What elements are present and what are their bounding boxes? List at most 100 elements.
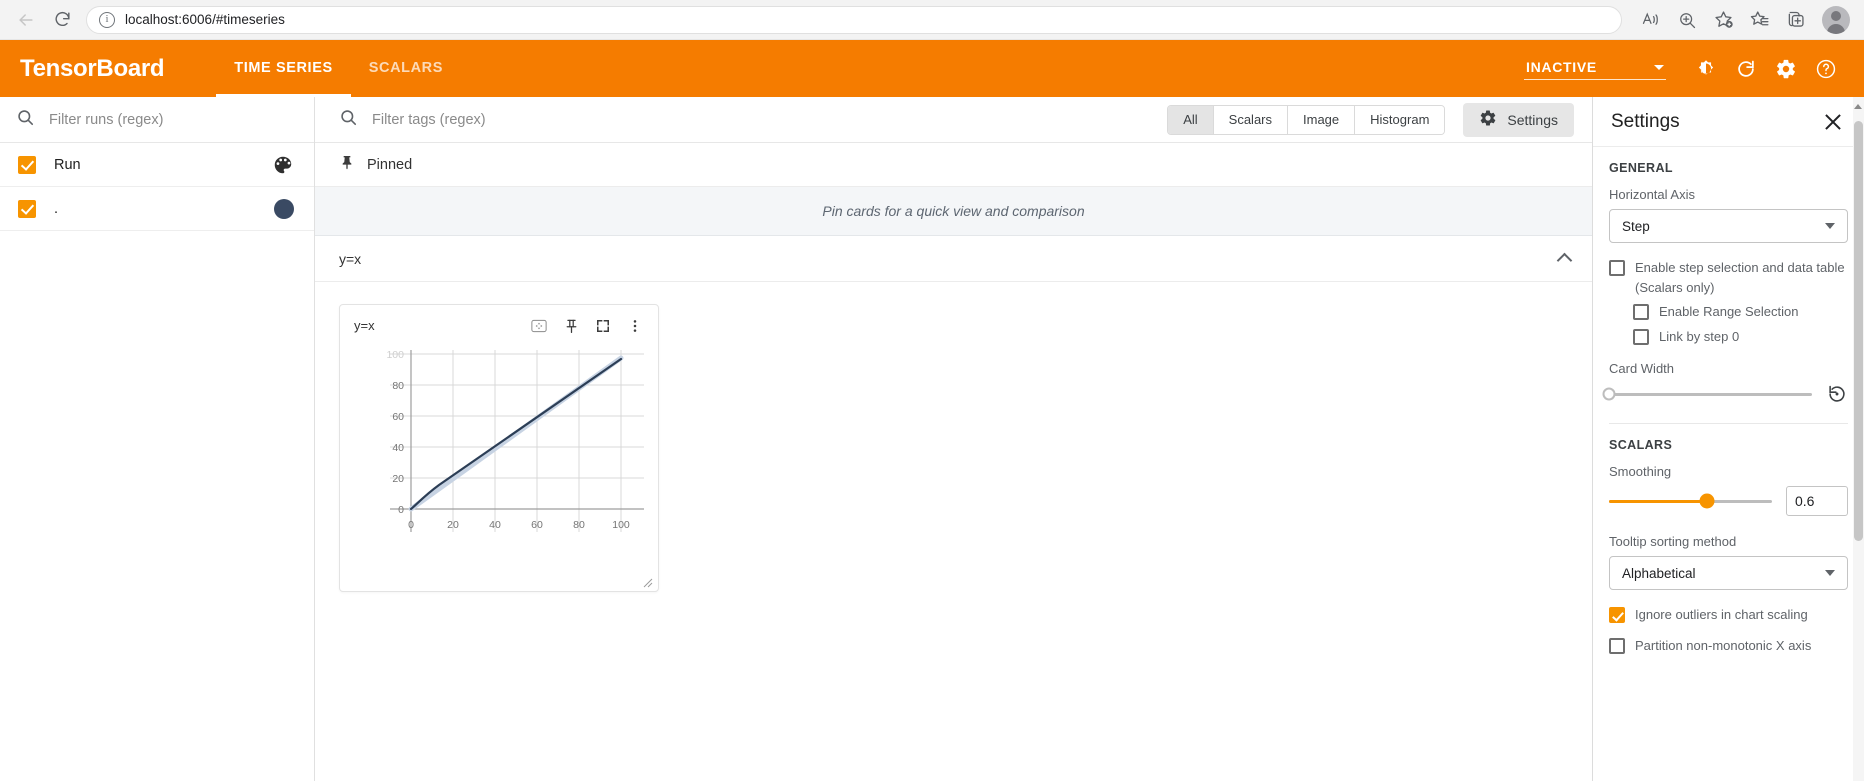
favorites-icon[interactable] [1742,4,1776,36]
back-arrow-icon[interactable] [10,4,42,36]
plugin-filter-group: All Scalars Image Histogram [1167,104,1446,135]
site-info-icon[interactable]: i [99,11,115,28]
app-logo: TensorBoard [20,54,165,82]
svg-text:100: 100 [612,519,630,531]
link-by-step-row[interactable]: Link by step 0 [1609,328,1848,345]
general-section-title: GENERAL [1609,161,1673,175]
partition-x-axis-checkbox[interactable] [1609,638,1625,654]
horizontal-axis-value: Step [1622,218,1650,234]
tab-scalars[interactable]: SCALARS [351,40,461,97]
enable-step-selection-label: Enable step selection and data table [1635,260,1845,275]
reload-status-label: INACTIVE [1526,59,1597,75]
card-width-slider[interactable] [1602,387,1812,401]
header-actions: INACTIVE [1524,49,1864,89]
link-by-step-label: Link by step 0 [1659,329,1740,344]
more-vert-icon[interactable] [622,313,648,339]
settings-button-label: Settings [1507,111,1558,128]
filter-histogram-button[interactable]: Histogram [1355,105,1445,134]
filter-all-button[interactable]: All [1168,105,1214,134]
svg-text:80: 80 [573,519,585,531]
tag-toolbar: Filter tags (regex) All Scalars Image Hi… [315,97,1592,143]
toolbar-right: All Scalars Image Histogram Settings [1167,102,1574,137]
tag-group-header[interactable]: y=x [315,236,1592,282]
scrollbar-thumb[interactable] [1854,121,1863,541]
scroll-up-arrow-icon[interactable] [1854,104,1862,109]
settings-scrollbar[interactable] [1853,97,1864,781]
pinned-section-header[interactable]: Pinned [315,143,1592,187]
card-width-label: Card Width [1609,361,1675,376]
run-row-header[interactable]: Run [0,143,314,187]
fit-to-domain-icon[interactable] [526,313,552,339]
link-by-step-checkbox[interactable] [1633,329,1649,345]
enable-range-selection-row[interactable]: Enable Range Selection [1609,303,1848,320]
address-bar-url: localhost:6006/#timeseries [125,12,285,27]
tooltip-sorting-select[interactable]: Alphabetical [1609,556,1848,590]
address-bar[interactable]: i localhost:6006/#timeseries [86,5,1622,34]
runs-filter-input[interactable]: Filter runs (regex) [49,112,163,128]
scalar-card: y=x 0 20 40 60 80 100 0 20 40 60 80 100 [339,304,659,592]
app-header: TensorBoard TIME SERIES SCALARS INACTIVE [0,40,1864,97]
add-favorite-icon[interactable] [1706,4,1740,36]
scalar-chart[interactable]: 0 20 40 60 80 100 0 20 40 60 80 100 [340,346,658,591]
svg-text:80: 80 [392,380,404,392]
pin-icon[interactable] [558,313,584,339]
svg-text:40: 40 [392,442,404,454]
smoothing-label: Smoothing [1609,464,1672,479]
tag-group-title: y=x [339,250,362,267]
horizontal-axis-select[interactable]: Step [1609,209,1848,243]
smoothing-slider-row[interactable]: 0.6 [1609,486,1848,516]
enable-step-selection-row[interactable]: Enable step selection and data table [1609,259,1848,276]
ignore-outliers-row[interactable]: Ignore outliers in chart scaling [1609,606,1848,623]
smoothing-slider[interactable] [1609,493,1772,509]
tag-filter-input[interactable]: Filter tags (regex) [372,112,486,128]
pin-icon [339,153,355,176]
reset-icon[interactable] [1826,383,1848,405]
card-header: y=x [340,305,658,346]
tab-time-series[interactable]: TIME SERIES [216,40,352,97]
runs-filter-row[interactable]: Filter runs (regex) [0,97,314,143]
smoothing-input[interactable]: 0.6 [1786,486,1848,516]
card-width-slider-row[interactable] [1602,383,1848,405]
run-checkbox[interactable] [18,155,36,174]
svg-text:20: 20 [447,519,459,531]
settings-panel-title: Settings [1611,110,1680,132]
read-aloud-icon[interactable] [1634,4,1668,36]
pinned-empty-message: Pin cards for a quick view and compariso… [315,187,1592,236]
zoom-icon[interactable] [1670,4,1704,36]
brightness-icon[interactable] [1686,49,1726,89]
run-checkbox[interactable] [18,199,36,218]
run-row-item[interactable]: . [0,187,314,231]
search-icon [16,108,35,132]
browser-toolbar: i localhost:6006/#timeseries [0,0,1864,40]
settings-panel-header: Settings [1593,97,1864,147]
svg-text:20: 20 [392,473,404,485]
profile-avatar-icon[interactable] [1822,5,1850,34]
ignore-outliers-label: Ignore outliers in chart scaling [1635,607,1808,622]
runs-sidebar: Filter runs (regex) Run . [0,97,315,781]
card-grid: y=x 0 20 40 60 80 100 0 20 40 60 80 100 [315,282,1592,614]
run-name-label: . [54,200,59,217]
help-icon[interactable] [1806,49,1846,89]
partition-x-axis-row[interactable]: Partition non-monotonic X axis [1609,637,1848,654]
refresh-icon[interactable] [1726,49,1766,89]
collections-icon[interactable] [1778,4,1812,36]
browser-toolbar-actions [1634,4,1854,36]
color-palette-icon[interactable] [272,154,294,176]
settings-button[interactable]: Settings [1463,102,1574,137]
chevron-up-icon[interactable] [1556,252,1573,269]
scalars-section-title: SCALARS [1609,438,1673,452]
gear-icon[interactable] [1766,49,1806,89]
reload-icon[interactable] [46,4,78,36]
card-actions [526,313,648,339]
filter-image-button[interactable]: Image [1288,105,1356,134]
ignore-outliers-checkbox[interactable] [1609,607,1625,623]
filter-scalars-button[interactable]: Scalars [1213,105,1289,134]
close-icon[interactable] [1820,109,1846,135]
chevron-down-icon [1825,223,1835,229]
fullscreen-icon[interactable] [590,313,616,339]
reload-status-select[interactable]: INACTIVE [1524,57,1666,80]
card-title: y=x [354,318,375,333]
scalars-only-note: (Scalars only) [1635,280,1715,295]
enable-range-selection-checkbox[interactable] [1633,304,1649,320]
enable-step-selection-checkbox[interactable] [1609,260,1625,276]
